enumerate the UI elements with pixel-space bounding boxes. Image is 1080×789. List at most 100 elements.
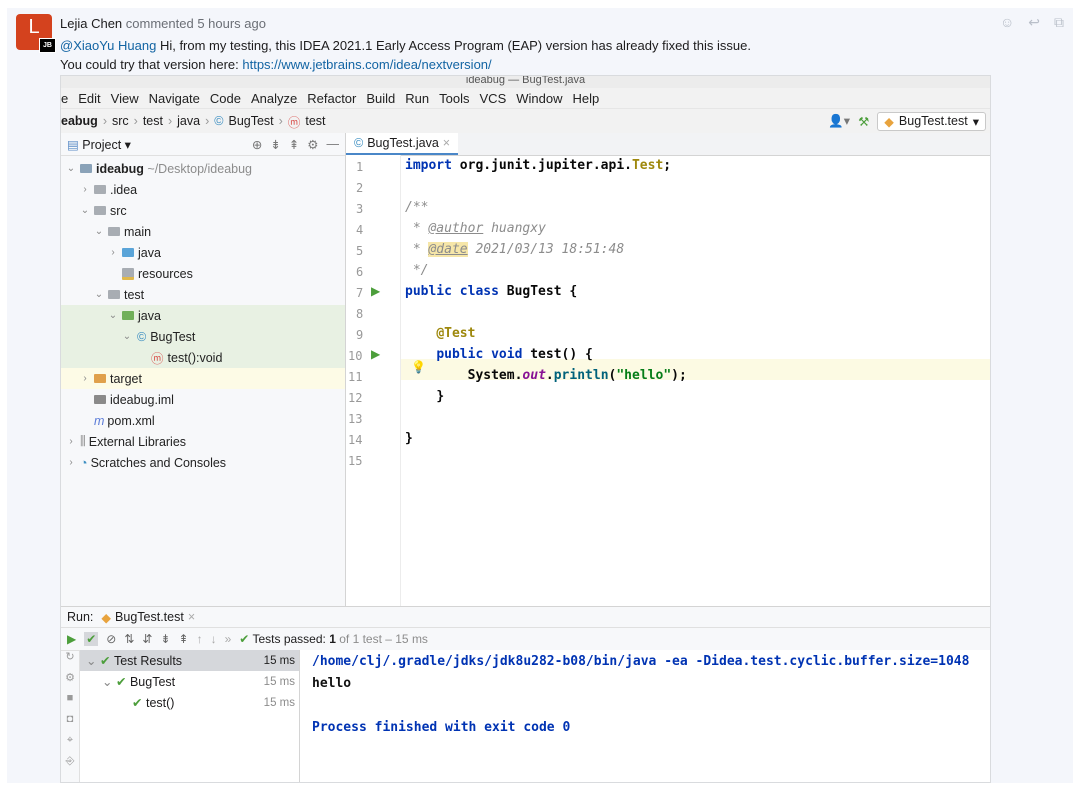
comment-timestamp: commented 5 hours ago [125, 16, 266, 31]
class-icon: © [354, 136, 364, 150]
result-row-method[interactable]: ✔ test() 15 ms [80, 692, 299, 713]
test-config-icon: ◆ [884, 114, 894, 129]
menu-item-analyze[interactable]: Analyze [251, 91, 297, 106]
pin-icon[interactable]: ⌖ [61, 734, 79, 755]
run-config-select[interactable]: ◆ BugTest.test ▾ [877, 111, 986, 131]
console-line-output: hello [312, 676, 352, 691]
breadcrumb-project[interactable]: eabug [61, 114, 98, 128]
sort-alpha-icon[interactable]: ⇅ [124, 632, 134, 646]
share-icon[interactable]: ⧉ [1054, 14, 1064, 31]
show-passed-icon[interactable]: ✔ [84, 632, 99, 646]
tab-label: BugTest.java [367, 136, 439, 150]
menu-item-help[interactable]: Help [573, 91, 600, 106]
rerun-failed-icon[interactable]: ↻ [61, 650, 79, 671]
breadcrumb-test[interactable]: test [143, 114, 163, 128]
locate-icon[interactable]: ⊕ [252, 137, 262, 152]
comment-author[interactable]: Lejia Chen [60, 16, 122, 31]
breadcrumb: eabug › src › test › java › © BugTest › ⓜ tes… [61, 112, 326, 131]
menu-item-code[interactable]: Code [210, 91, 241, 106]
menu-item-tools[interactable]: Tools [439, 91, 469, 106]
breadcrumb-bugtest[interactable]: BugTest [228, 114, 273, 128]
debug-icon[interactable]: ⚙ [61, 671, 79, 692]
rerun-icon[interactable]: ▶ [67, 632, 76, 646]
method-icon: ⓜ [151, 352, 164, 366]
chevron-down-icon: ▾ [972, 114, 979, 129]
add-reaction-icon[interactable]: ☺ [1000, 14, 1014, 31]
menu-bar: e Edit View Navigate Code Analyze Refact… [61, 88, 990, 109]
code-area[interactable]: 💡 import org.junit.jupiter.api.Test; /**… [401, 155, 990, 606]
result-row-class[interactable]: ⌄ ✔ BugTest 15 ms [80, 671, 299, 692]
tree-item-src[interactable]: ⌄ src [61, 200, 345, 221]
prev-icon[interactable]: ↑ [197, 632, 203, 646]
close-icon[interactable]: × [443, 136, 450, 150]
mention-link[interactable]: @XiaoYu Huang [60, 38, 156, 53]
build-hammer-icon[interactable]: ⚒ [858, 114, 869, 129]
tree-item-pom[interactable]: m pom.xml [61, 410, 345, 431]
menu-item-navigate[interactable]: Navigate [149, 91, 200, 106]
menu-item-window[interactable]: Window [516, 91, 562, 106]
console-output[interactable]: /home/clj/.gradle/jdks/jdk8u282-b08/bin/… [300, 650, 990, 782]
menu-item-view[interactable]: View [111, 91, 139, 106]
test-results-tree: ⌄ ✔ Test Results 15 ms ⌄ ✔ BugTest 15 ms ✔ t… [80, 650, 300, 782]
tree-item-test-java[interactable]: ⌄ java [61, 305, 345, 326]
tree-item-resources[interactable]: resources [61, 263, 345, 284]
tree-item-idea[interactable]: › .idea [61, 179, 345, 200]
code-editor: © BugTest.java × 1 2 3 4 5 6 7 8 9 10 11… [346, 133, 990, 606]
show-ignored-icon[interactable]: ⊘ [106, 632, 116, 646]
console-line-exit: Process finished with exit code 0 [312, 720, 571, 735]
tree-item-target[interactable]: › target [61, 368, 345, 389]
collapse-all-icon[interactable]: ⇞ [289, 137, 299, 152]
run-toolbar: ▶ ✔ ⊘ ⇅ ⇵ ⇟ ⇞ ↑ ↓ » ✔ Tests passed: 1 of… [61, 628, 990, 651]
project-toolbar: ⊕ ⇟ ⇞ ⚙ — [252, 137, 339, 152]
sort-duration-icon[interactable]: ⇵ [142, 632, 152, 646]
menu-item-refactor[interactable]: Refactor [307, 91, 356, 106]
breadcrumb-method[interactable]: test [305, 114, 325, 128]
next-icon[interactable]: ↓ [211, 632, 217, 646]
menu-item-build[interactable]: Build [366, 91, 395, 106]
avatar-letter: L [28, 16, 40, 38]
tree-item-main[interactable]: ⌄ main [61, 221, 345, 242]
user-icon[interactable]: 👤▾ [828, 113, 850, 129]
run-tab[interactable]: ◆ BugTest.test × [101, 610, 195, 625]
expand-all-icon[interactable]: ⇟ [160, 632, 170, 646]
result-row-root[interactable]: ⌄ ✔ Test Results 15 ms [80, 650, 299, 671]
more-icon[interactable]: » [225, 632, 232, 646]
tree-item-test-method[interactable]: ⓜ test():void [61, 347, 345, 368]
expand-all-icon[interactable]: ⇟ [270, 137, 280, 152]
menu-item-file[interactable]: e [61, 91, 68, 106]
tree-item-ideabug[interactable]: ⌄ ideabug ~/Desktop/ideabug [61, 158, 345, 179]
jetbrains-badge-icon: JB [39, 38, 56, 53]
nextversion-link[interactable]: https://www.jetbrains.com/idea/nextversi… [242, 57, 491, 72]
comment-body-line2: You could try that version here: https:/… [60, 56, 492, 73]
exit-icon[interactable]: ⎆ [61, 755, 79, 776]
hide-icon[interactable]: — [327, 137, 340, 152]
breadcrumb-src[interactable]: src [112, 114, 129, 128]
collapse-all-icon[interactable]: ⇞ [179, 632, 189, 646]
run-class-icon[interactable]: ▶ [371, 284, 380, 298]
menu-item-vcs[interactable]: VCS [480, 91, 507, 106]
library-icon: ⫼ [80, 434, 86, 448]
tree-item-main-java[interactable]: › java [61, 242, 345, 263]
editor-tabbar: © BugTest.java × [346, 133, 990, 156]
menu-item-run[interactable]: Run [405, 91, 429, 106]
camera-icon[interactable]: ◘ [61, 713, 79, 734]
project-view-select[interactable]: ▤ Project ▾ [67, 137, 131, 152]
menu-item-edit[interactable]: Edit [78, 91, 100, 106]
tree-item-external-libraries[interactable]: › ⫼ External Libraries [61, 431, 345, 452]
tab-bugtest-java[interactable]: © BugTest.java × [346, 133, 459, 155]
tree-item-test[interactable]: ⌄ test [61, 284, 345, 305]
class-icon: © [137, 329, 147, 344]
project-panel-header: ▤ Project ▾ ⊕ ⇟ ⇞ ⚙ — [61, 133, 345, 156]
reply-icon[interactable]: ↩ [1028, 14, 1040, 31]
tree-item-scratches[interactable]: › ◔ Scratches and Consoles [61, 452, 345, 473]
gear-icon[interactable]: ⚙ [307, 137, 318, 152]
breadcrumb-java[interactable]: java [177, 114, 200, 128]
tree-item-bugtest[interactable]: ⌄ © BugTest [61, 326, 345, 347]
stop-icon[interactable]: ■ [61, 692, 79, 713]
tree-item-iml[interactable]: ideabug.iml [61, 389, 345, 410]
console-line-command: /home/clj/.gradle/jdks/jdk8u282-b08/bin/… [312, 654, 970, 669]
ide-screenshot: ideabug — BugTest.java e Edit View Navig… [60, 75, 991, 783]
run-test-icon[interactable]: ▶ [371, 347, 380, 361]
run-panel: Run: ◆ BugTest.test × ▶ ✔ ⊘ ⇅ ⇵ ⇟ ⇞ ↑ ↓ » … [61, 606, 990, 782]
run-config-label: BugTest.test [898, 114, 968, 128]
